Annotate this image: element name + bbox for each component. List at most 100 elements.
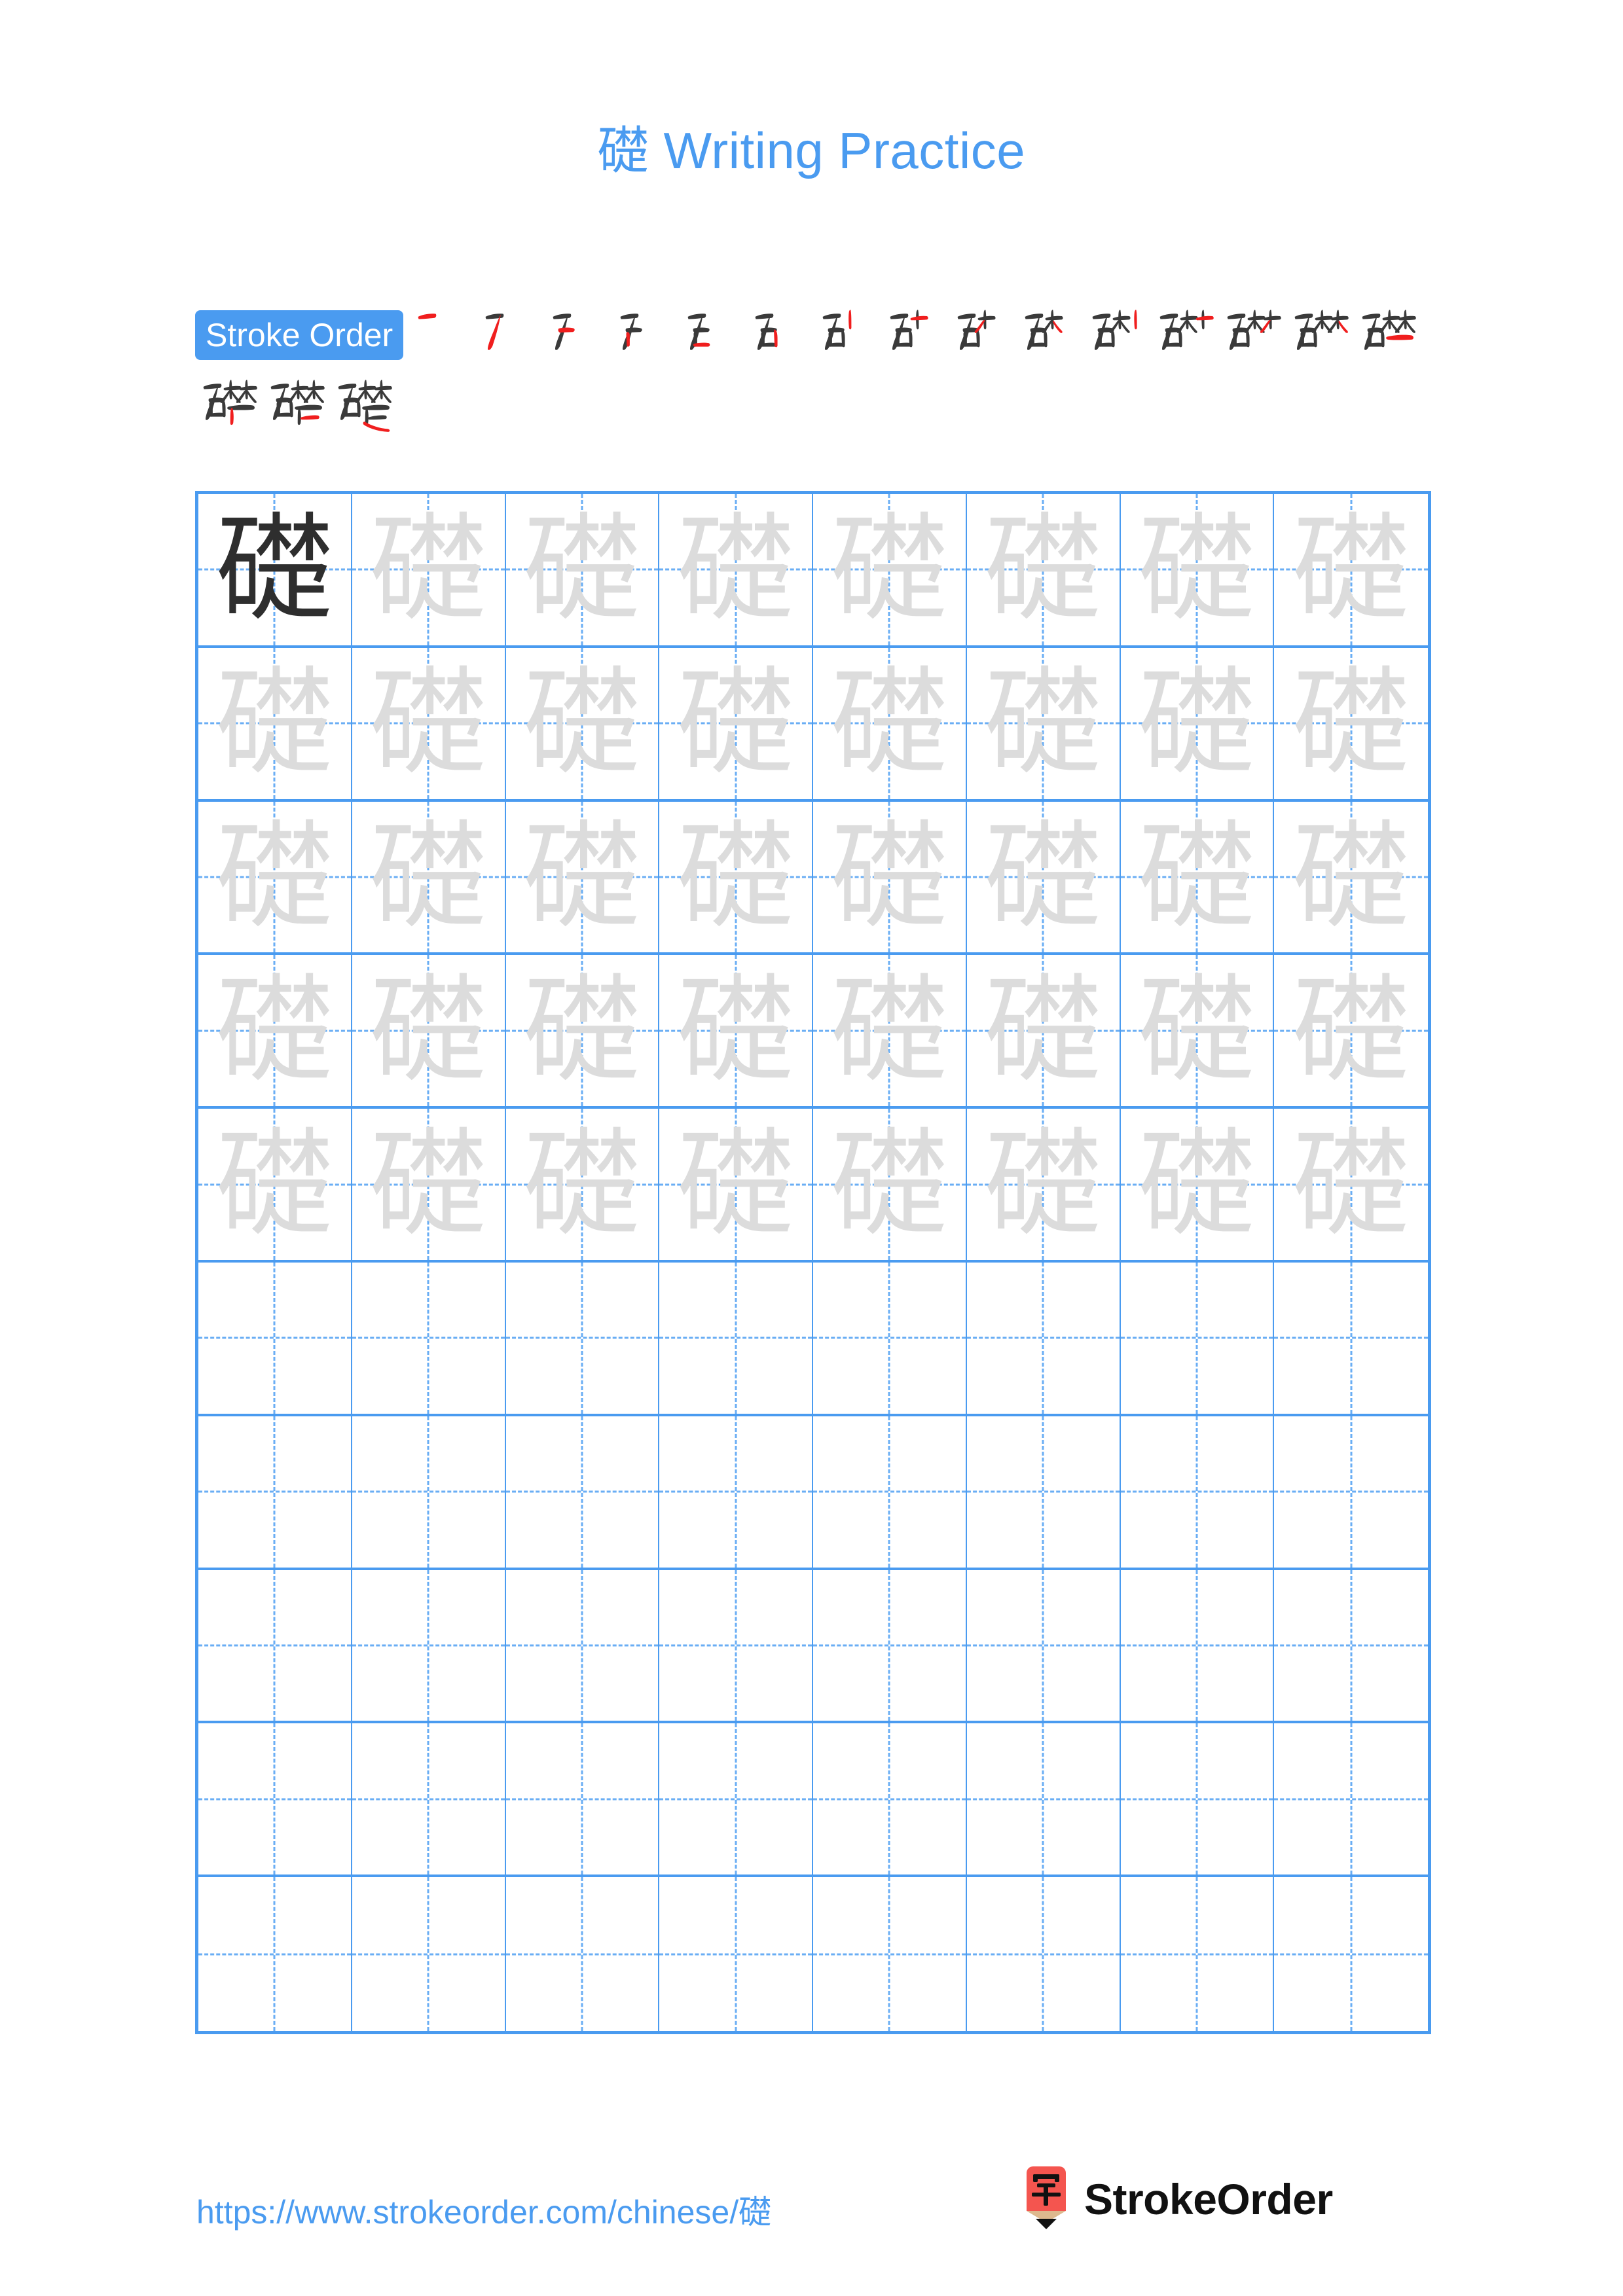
practice-cell-r6-c8[interactable]: [1274, 1263, 1428, 1416]
practice-cell-r8-c3[interactable]: [505, 1570, 660, 1724]
practice-cell-r1-c6[interactable]: 礎: [966, 494, 1121, 648]
practice-cell-r1-c3[interactable]: 礎: [505, 494, 660, 648]
practice-cell-r2-c2[interactable]: 礎: [352, 647, 506, 802]
practice-cell-r3-c3[interactable]: 礎: [505, 801, 660, 956]
practice-cell-r7-c6[interactable]: [966, 1416, 1121, 1570]
stroke-step-17: [263, 372, 330, 440]
trace-character: 礎: [831, 808, 948, 944]
trace-character: 礎: [985, 1116, 1102, 1252]
practice-cell-r3-c4[interactable]: 礎: [659, 801, 813, 956]
practice-cell-r3-c5[interactable]: 礎: [813, 801, 967, 956]
practice-cell-r1-c8[interactable]: 礎: [1274, 494, 1428, 648]
practice-cell-r9-c6[interactable]: [966, 1723, 1121, 1878]
practice-cell-r2-c5[interactable]: 礎: [813, 647, 967, 802]
practice-cell-r2-c3[interactable]: 礎: [505, 647, 660, 802]
practice-cell-r2-c4[interactable]: 礎: [659, 647, 813, 802]
practice-cell-r4-c1[interactable]: 礎: [198, 955, 352, 1109]
practice-cell-r5-c3[interactable]: 礎: [505, 1109, 660, 1263]
practice-cell-r3-c7[interactable]: 礎: [1120, 801, 1275, 956]
practice-cell-r6-c6[interactable]: [966, 1263, 1121, 1416]
practice-cell-r8-c4[interactable]: [659, 1570, 813, 1724]
practice-cell-r5-c7[interactable]: 礎: [1120, 1109, 1275, 1263]
practice-cell-r1-c4[interactable]: 礎: [659, 494, 813, 648]
practice-cell-r6-c4[interactable]: [659, 1263, 813, 1416]
trace-character: 礎: [985, 501, 1102, 637]
trace-character: 礎: [216, 1116, 333, 1252]
practice-cell-r6-c7[interactable]: [1120, 1263, 1275, 1416]
practice-cell-r7-c7[interactable]: [1120, 1416, 1275, 1570]
practice-cell-r1-c5[interactable]: 礎: [813, 494, 967, 648]
practice-cell-r7-c8[interactable]: [1274, 1416, 1428, 1570]
practice-cell-r3-c2[interactable]: 礎: [352, 801, 506, 956]
practice-cell-r9-c5[interactable]: [813, 1723, 967, 1878]
practice-cell-r6-c5[interactable]: [813, 1263, 967, 1416]
practice-cell-r5-c6[interactable]: 礎: [966, 1109, 1121, 1263]
trace-character: 礎: [523, 1116, 640, 1252]
practice-cell-r1-c7[interactable]: 礎: [1120, 494, 1275, 648]
practice-cell-r5-c2[interactable]: 礎: [352, 1109, 506, 1263]
practice-cell-r8-c1[interactable]: [198, 1570, 352, 1724]
practice-cell-r2-c1[interactable]: 礎: [198, 647, 352, 802]
practice-cell-r7-c2[interactable]: [352, 1416, 506, 1570]
practice-cell-r5-c5[interactable]: 礎: [813, 1109, 967, 1263]
practice-cell-r6-c2[interactable]: [352, 1263, 506, 1416]
practice-cell-r8-c8[interactable]: [1274, 1570, 1428, 1724]
trace-character: 礎: [985, 655, 1102, 791]
footer-url[interactable]: https://www.strokeorder.com/chinese/礎: [196, 2186, 771, 2233]
practice-cell-r2-c7[interactable]: 礎: [1120, 647, 1275, 802]
stroke-step-3: [545, 302, 612, 370]
footer-logo[interactable]: StrokeOrder: [1021, 2166, 1333, 2232]
practice-cell-r6-c1[interactable]: [198, 1263, 352, 1416]
practice-cell-r7-c5[interactable]: [813, 1416, 967, 1570]
practice-cell-r8-c7[interactable]: [1120, 1570, 1275, 1724]
stroke-step-13: [1219, 302, 1286, 370]
practice-cell-r8-c6[interactable]: [966, 1570, 1121, 1724]
practice-cell-r6-c3[interactable]: [505, 1263, 660, 1416]
practice-cell-r4-c7[interactable]: 礎: [1120, 955, 1275, 1109]
practice-cell-r4-c6[interactable]: 礎: [966, 955, 1121, 1109]
practice-cell-r3-c1[interactable]: 礎: [198, 801, 352, 956]
page-title: 礎 Writing Practice: [0, 110, 1623, 183]
practice-cell-r1-c1[interactable]: 礎: [198, 494, 352, 648]
practice-grid: 礎礎礎礎礎礎礎礎礎礎礎礎礎礎礎礎礎礎礎礎礎礎礎礎礎礎礎礎礎礎礎礎礎礎礎礎礎礎礎礎: [195, 491, 1431, 2034]
practice-cell-r7-c1[interactable]: [198, 1416, 352, 1570]
practice-cell-r5-c1[interactable]: 礎: [198, 1109, 352, 1263]
trace-character: 礎: [523, 808, 640, 944]
practice-cell-r4-c4[interactable]: 礎: [659, 955, 813, 1109]
practice-cell-r5-c4[interactable]: 礎: [659, 1109, 813, 1263]
practice-cell-r9-c8[interactable]: [1274, 1723, 1428, 1878]
practice-cell-r3-c6[interactable]: 礎: [966, 801, 1121, 956]
practice-cell-r4-c2[interactable]: 礎: [352, 955, 506, 1109]
practice-cell-r9-c3[interactable]: [505, 1723, 660, 1878]
practice-cell-r8-c2[interactable]: [352, 1570, 506, 1724]
practice-cell-r1-c2[interactable]: 礎: [352, 494, 506, 648]
practice-cell-r5-c8[interactable]: 礎: [1274, 1109, 1428, 1263]
practice-cell-r2-c8[interactable]: 礎: [1274, 648, 1428, 802]
practice-cell-r10-c5[interactable]: [813, 1877, 967, 2031]
trace-character: 礎: [1138, 655, 1255, 791]
practice-cell-r10-c2[interactable]: [352, 1877, 506, 2031]
practice-cell-r9-c1[interactable]: [198, 1723, 352, 1878]
practice-cell-r4-c8[interactable]: 礎: [1274, 955, 1428, 1109]
practice-cell-r7-c4[interactable]: [659, 1416, 813, 1570]
practice-cell-r10-c7[interactable]: [1121, 1877, 1275, 2031]
practice-cell-r10-c4[interactable]: [659, 1877, 813, 2031]
practice-cell-r4-c3[interactable]: 礎: [505, 955, 660, 1109]
trace-character: 礎: [831, 1116, 948, 1252]
practice-cell-r10-c3[interactable]: [506, 1877, 660, 2031]
practice-cell-r9-c2[interactable]: [352, 1723, 506, 1878]
practice-cell-r10-c8[interactable]: [1274, 1877, 1428, 2031]
practice-cell-r7-c3[interactable]: [505, 1416, 660, 1570]
trace-character: 礎: [370, 962, 487, 1098]
trace-character: 礎: [985, 962, 1102, 1098]
practice-cell-r2-c6[interactable]: 礎: [966, 647, 1121, 802]
practice-cell-r9-c7[interactable]: [1120, 1723, 1275, 1878]
practice-cell-r8-c5[interactable]: [813, 1570, 967, 1724]
practice-cell-r10-c1[interactable]: [198, 1877, 352, 2031]
practice-cell-r10-c6[interactable]: [967, 1877, 1121, 2031]
practice-cell-r3-c8[interactable]: 礎: [1274, 802, 1428, 956]
trace-character: 礎: [677, 501, 794, 637]
trace-character: 礎: [1138, 1116, 1255, 1252]
practice-cell-r9-c4[interactable]: [659, 1723, 813, 1878]
practice-cell-r4-c5[interactable]: 礎: [813, 955, 967, 1109]
